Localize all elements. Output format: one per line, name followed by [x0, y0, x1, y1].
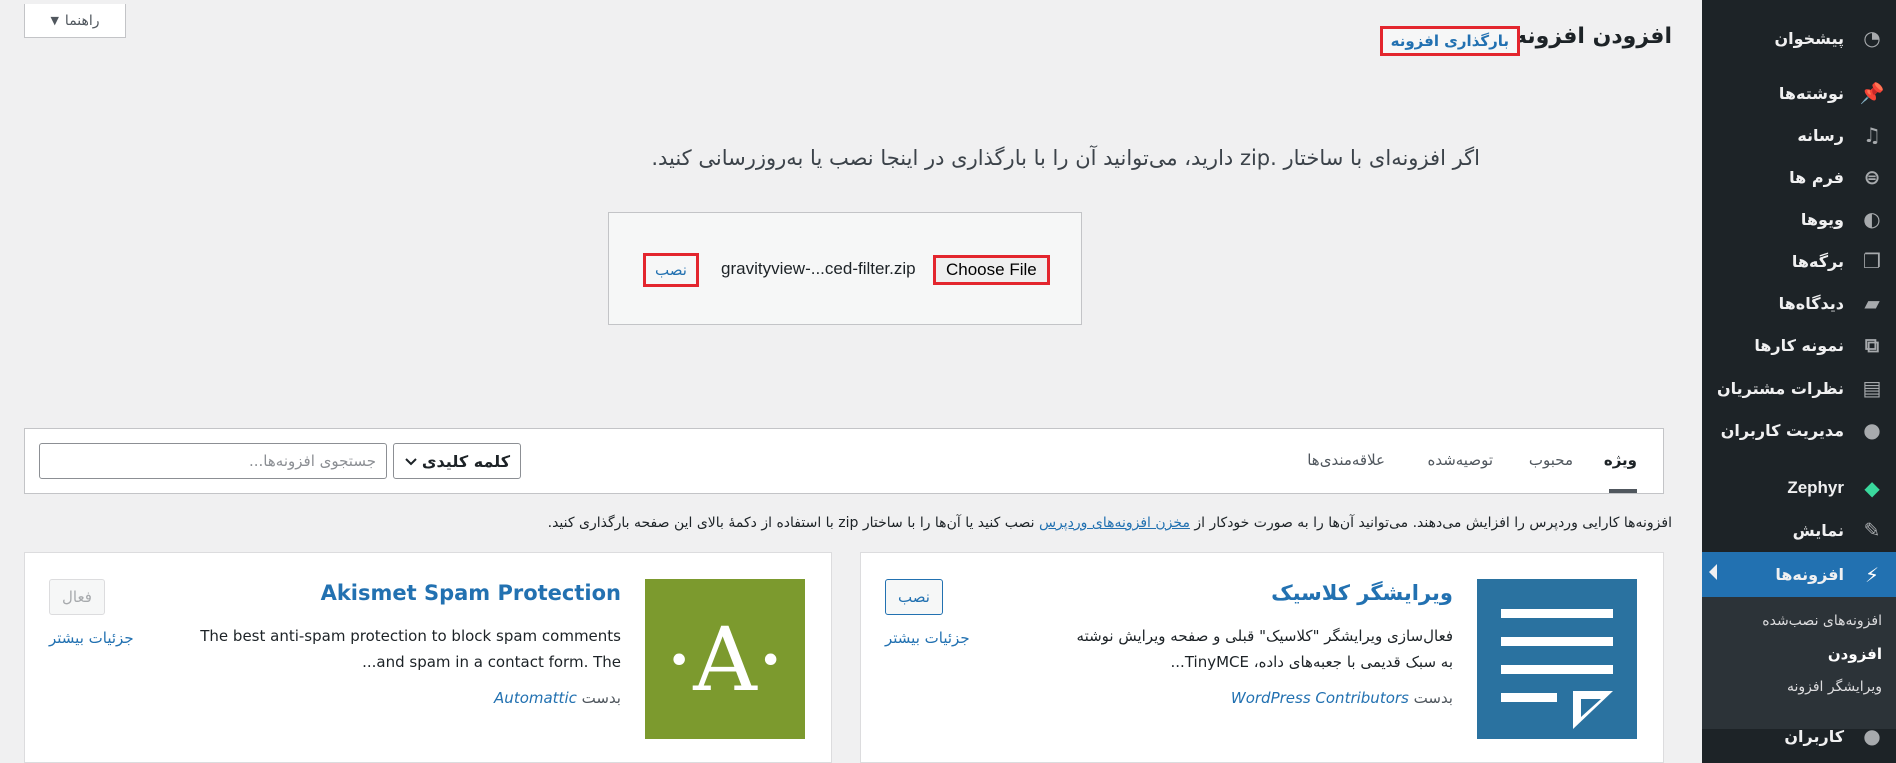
views-icon: ◐: [1863, 207, 1881, 231]
triangle-down-icon: ▼: [50, 14, 59, 27]
plugins-icon: ⚡: [1864, 562, 1880, 587]
admin-sidebar: ◔ پیشخوان 📌 نوشته‌ها ♫ رسانه ⊜ فرم ها ◐ …: [1702, 0, 1896, 763]
brush-icon: ✎: [1863, 518, 1881, 542]
sidebar-item-label: نمایش: [1792, 520, 1844, 540]
plugins-intro-text: افزونه‌ها کارایی وردپرس را افزایش می‌دهن…: [548, 515, 1672, 531]
sidebar-item-label: نظرات مشتریان: [1716, 378, 1844, 398]
choose-file-button[interactable]: Choose File: [933, 255, 1050, 285]
classic-editor-thumbnail: [1477, 579, 1637, 739]
plugin-description-line: فعال‌سازی ویرایشگر "کلاسیک" قبلی و صفحه …: [1076, 627, 1453, 645]
submenu-plugin-editor[interactable]: ویرایشگر افزونه: [1712, 679, 1896, 695]
pages-icon: ❐: [1863, 249, 1881, 273]
sidebar-item-users[interactable]: ● کاربران: [1702, 716, 1896, 756]
dashboard-icon: ◔: [1863, 26, 1881, 50]
sidebar-item-portfolio[interactable]: ⧉ نمونه کارها: [1702, 325, 1896, 365]
sidebar-item-label: پیشخوان: [1774, 28, 1844, 48]
chosen-file-name: gravityview-...ced-filter.zip: [721, 259, 916, 278]
plugin-description-line: The best anti-spam protection to block s…: [200, 627, 621, 645]
plugins-submenu: افزونه‌های نصب‌شده افزودن ویرایشگر افزون…: [1702, 597, 1896, 729]
sidebar-item-posts[interactable]: 📌 نوشته‌ها: [1702, 73, 1896, 113]
plugin-description: فعال‌سازی ویرایشگر "کلاسیک" قبلی و صفحه …: [1077, 623, 1453, 675]
sidebar-item-label: فرم ها: [1789, 167, 1844, 187]
sidebar-item-plugins[interactable]: ⚡ افزونه‌ها: [1702, 552, 1896, 597]
tab-recommended[interactable]: توصیه‌شده: [1427, 451, 1493, 469]
plugin-description-line: به سبک قدیمی با جعبه‌های داده، TinyMCE..…: [1170, 653, 1453, 671]
upload-help-text: اگر افزونه‌ای با ساختار .zip دارید، می‌ت…: [651, 146, 1480, 170]
search-type-select[interactable]: کلمه کلیدی: [393, 443, 521, 479]
sidebar-item-label: نوشته‌ها: [1778, 83, 1844, 103]
upload-plugin-button[interactable]: بارگذاری افزونه: [1379, 26, 1520, 56]
active-status-button: فعال: [49, 579, 105, 615]
plugin-author: بدست Automattic: [494, 689, 621, 707]
author-link[interactable]: Automattic: [494, 689, 577, 707]
plugin-card-classic-editor: ویرایشگر کلاسیک فعال‌سازی ویرایشگر "کلاس…: [860, 552, 1664, 763]
portfolio-icon: ⧉: [1864, 333, 1880, 357]
sidebar-item-zephyr[interactable]: ◆ Zephyr: [1702, 468, 1896, 508]
plugin-description-line: and spam in a contact form. The...: [362, 653, 621, 671]
more-details-link[interactable]: جزئیات بیشتر: [885, 629, 970, 647]
more-details-link[interactable]: جزئیات بیشتر: [49, 629, 134, 647]
forms-icon: ⊜: [1863, 165, 1881, 189]
media-icon: ♫: [1863, 123, 1881, 147]
sidebar-item-label: دیدگاه‌ها: [1778, 293, 1844, 313]
tab-featured[interactable]: ویژه: [1604, 451, 1637, 469]
sidebar-item-views[interactable]: ◐ ویوها: [1702, 199, 1896, 239]
upload-form: Choose File gravityview-...ced-filter.zi…: [608, 212, 1082, 325]
page-title: افزودن افزونه: [1514, 24, 1672, 49]
submenu-add-new[interactable]: افزودن: [1712, 645, 1896, 663]
users-icon: ●: [1863, 724, 1881, 748]
sidebar-item-forms[interactable]: ⊜ فرم ها: [1702, 157, 1896, 197]
sidebar-item-label: برگه‌ها: [1791, 251, 1844, 271]
sidebar-item-testimonials[interactable]: ▤ نظرات مشتریان: [1702, 368, 1896, 408]
plugin-description: The best anti-spam protection to block s…: [200, 623, 621, 675]
akismet-thumbnail: ·A·: [645, 579, 805, 739]
intro-text-after: نصب کنید یا آن‌ها را با ساختار zip با اس…: [547, 515, 1035, 531]
sidebar-item-label: نمونه کارها: [1754, 335, 1844, 355]
chevron-down-icon: [404, 452, 418, 471]
submenu-installed-plugins[interactable]: افزونه‌های نصب‌شده: [1712, 613, 1896, 629]
plugin-card-akismet: ·A· Akismet Spam Protection The best ant…: [24, 552, 832, 763]
diamond-icon: ◆: [1864, 476, 1880, 500]
plugin-name[interactable]: Akismet Spam Protection: [321, 581, 621, 605]
help-tab-label: راهنما: [64, 12, 100, 29]
akismet-logo-letter: ·A·: [665, 607, 785, 711]
plugin-author: بدست WordPress Contributors: [1231, 689, 1453, 707]
sidebar-item-label: Zephyr: [1787, 478, 1844, 497]
help-tab-button[interactable]: راهنما ▼: [24, 4, 126, 38]
plugin-filter-bar: ویژه محبوب توصیه‌شده علاقه‌مندی‌ها کلمه …: [24, 428, 1664, 494]
sidebar-item-label: ویوها: [1800, 209, 1844, 229]
install-plugin-button[interactable]: نصب: [885, 579, 943, 615]
tab-popular[interactable]: محبوب: [1529, 451, 1573, 469]
sidebar-item-label: افزونه‌ها: [1775, 565, 1844, 584]
user-management-icon: ●: [1863, 418, 1881, 442]
sidebar-item-pages[interactable]: ❐ برگه‌ها: [1702, 241, 1896, 281]
comments-icon: ▰: [1864, 291, 1880, 315]
plugin-directory-link[interactable]: مخزن افزونه‌های وردپرس: [1039, 515, 1190, 531]
sidebar-item-comments[interactable]: ▰ دیدگاه‌ها: [1702, 283, 1896, 323]
sidebar-item-label: کاربران: [1784, 726, 1844, 746]
intro-text-before: افزونه‌ها کارایی وردپرس را افزایش می‌دهن…: [1194, 515, 1672, 531]
author-link[interactable]: WordPress Contributors: [1231, 689, 1409, 707]
sidebar-item-dashboard[interactable]: ◔ پیشخوان: [1702, 18, 1896, 58]
sidebar-item-label: رسانه: [1797, 125, 1844, 145]
sidebar-item-appearance[interactable]: ✎ نمایش: [1702, 510, 1896, 550]
search-type-value: کلمه کلیدی: [421, 451, 510, 471]
sidebar-item-media[interactable]: ♫ رسانه: [1702, 115, 1896, 155]
plugin-name[interactable]: ویرایشگر کلاسیک: [1271, 581, 1453, 605]
author-prefix: بدست: [581, 689, 621, 707]
tab-favorites[interactable]: علاقه‌مندی‌ها: [1307, 451, 1385, 469]
search-plugins-input[interactable]: [39, 443, 387, 479]
author-prefix: بدست: [1413, 689, 1453, 707]
testimonials-icon: ▤: [1862, 376, 1882, 400]
tab-underline: [1609, 489, 1637, 493]
sidebar-item-label: مدیریت کاربران: [1720, 420, 1844, 440]
sidebar-item-user-management[interactable]: ● مدیریت کاربران: [1702, 410, 1896, 450]
pin-icon: 📌: [1859, 81, 1885, 105]
install-now-button[interactable]: نصب: [643, 253, 699, 287]
